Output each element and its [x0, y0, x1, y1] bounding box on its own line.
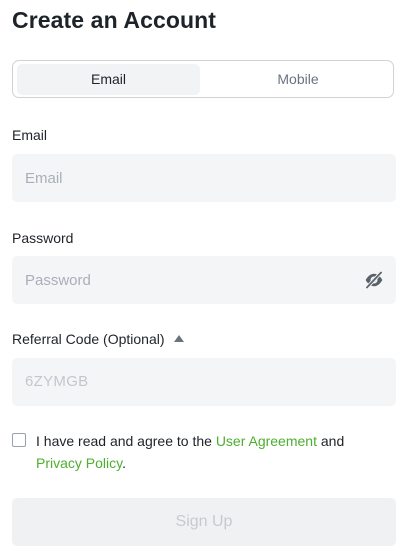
referral-label: Referral Code (Optional): [12, 331, 165, 347]
caret-up-icon[interactable]: [173, 335, 184, 342]
tab-email[interactable]: Email: [17, 64, 200, 95]
password-label: Password: [12, 230, 74, 246]
email-input[interactable]: [12, 154, 396, 202]
signup-button[interactable]: Sign Up: [12, 498, 396, 546]
email-field-container: [12, 154, 396, 202]
referral-field: 6ZYMGB: [12, 358, 396, 406]
eye-slash-icon[interactable]: [364, 270, 384, 290]
privacy-policy-link[interactable]: Privacy Policy: [36, 455, 122, 471]
user-agreement-link[interactable]: User Agreement: [216, 433, 317, 449]
agreement-text-prefix: I have read and agree to the: [36, 433, 216, 449]
agreement-text-suffix: .: [122, 455, 126, 471]
password-input[interactable]: [12, 256, 396, 304]
agreement-text-middle: and: [316, 433, 345, 449]
signup-method-tabs: Email Mobile: [12, 60, 394, 98]
agreement-checkbox[interactable]: [12, 433, 26, 447]
tab-mobile[interactable]: Mobile: [207, 64, 389, 95]
page-title: Create an Account: [12, 7, 217, 33]
agreement-text: I have read and agree to the User Agreem…: [36, 430, 386, 474]
password-field-container: [12, 256, 396, 304]
email-label: Email: [12, 127, 48, 143]
referral-label-row: Referral Code (Optional): [12, 329, 184, 349]
signup-page: Create an Account Email Mobile Email Pas…: [0, 0, 409, 553]
referral-code-value: 6ZYMGB: [25, 373, 89, 390]
